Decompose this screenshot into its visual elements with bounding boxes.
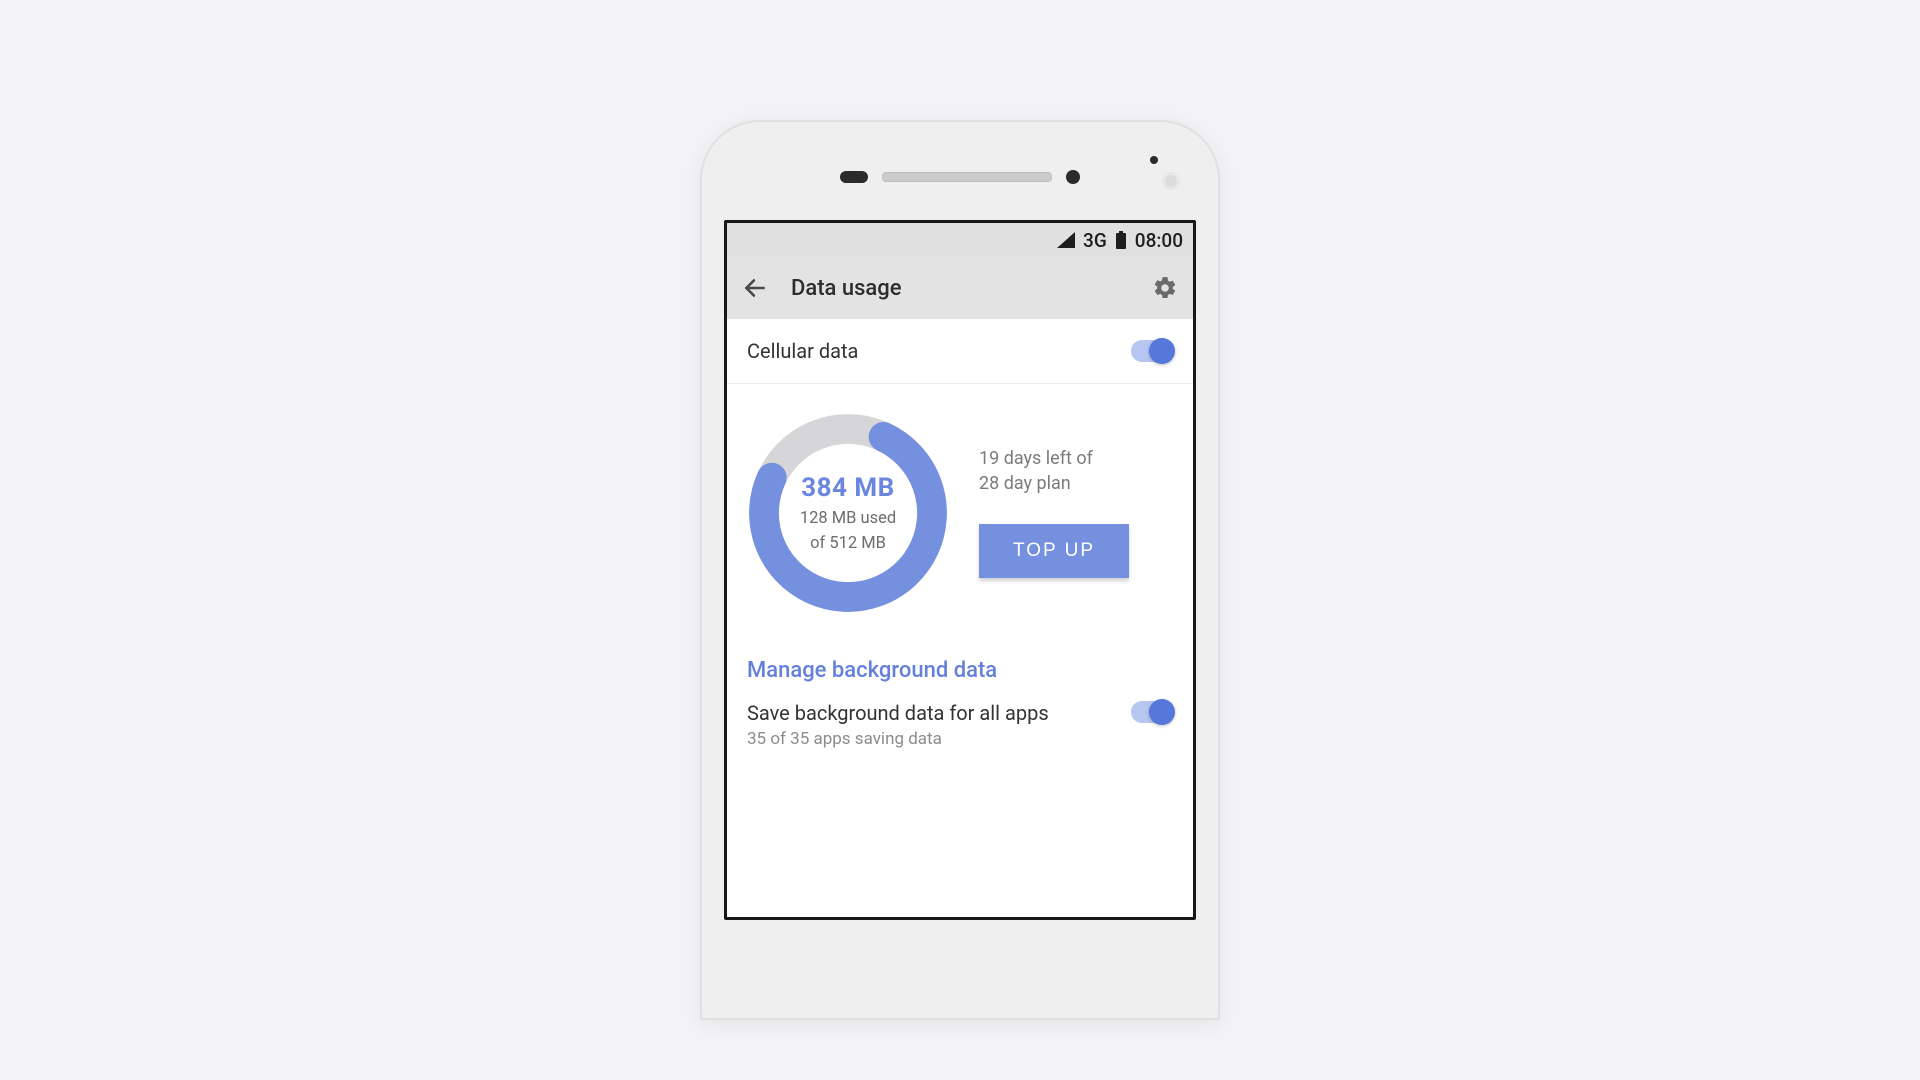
phone-hardware-top xyxy=(700,170,1220,184)
earpiece-speaker xyxy=(882,172,1052,182)
plan-days-left-line2: 28 day plan xyxy=(979,473,1177,494)
save-background-label: Save background data for all apps xyxy=(747,701,1049,725)
plan-info: 19 days left of 28 day plan TOP UP xyxy=(979,448,1177,578)
front-camera-icon xyxy=(1066,170,1080,184)
usage-panel: 384 MB 128 MB used of 512 MB 19 days lef… xyxy=(727,384,1193,648)
data-remaining-value: 384 MB xyxy=(801,473,895,503)
cellular-data-row: Cellular data xyxy=(727,319,1193,384)
data-used-line: 128 MB used xyxy=(800,509,896,528)
ambient-sensor xyxy=(1150,156,1158,164)
plan-days-left-line1: 19 days left of xyxy=(979,448,1177,469)
save-background-row: Save background data for all apps 35 of … xyxy=(727,687,1193,767)
screen: 3G 08:00 Data usage Cellular data xyxy=(724,220,1196,920)
gear-icon[interactable] xyxy=(1151,274,1179,302)
top-up-button[interactable]: TOP UP xyxy=(979,524,1129,578)
cellular-data-toggle[interactable] xyxy=(1131,340,1173,362)
status-bar: 3G 08:00 xyxy=(727,223,1193,257)
app-bar: Data usage xyxy=(727,257,1193,319)
clock: 08:00 xyxy=(1135,229,1183,252)
proximity-sensor xyxy=(840,171,868,183)
page-title: Data usage xyxy=(791,276,1129,301)
data-total-line: of 512 MB xyxy=(810,534,886,553)
toggle-knob xyxy=(1149,699,1175,725)
cellular-signal-icon xyxy=(1057,232,1075,248)
save-background-sub: 35 of 35 apps saving data xyxy=(747,729,1049,749)
secondary-sensor xyxy=(1162,172,1180,190)
save-background-toggle[interactable] xyxy=(1131,701,1173,723)
network-type: 3G xyxy=(1083,229,1107,252)
data-usage-donut-chart: 384 MB 128 MB used of 512 MB xyxy=(743,408,953,618)
phone-frame: 3G 08:00 Data usage Cellular data xyxy=(700,120,1220,1020)
cellular-data-label: Cellular data xyxy=(747,339,858,363)
battery-icon xyxy=(1115,231,1127,249)
content: Cellular data 384 MB 128 MB used of 512 … xyxy=(727,319,1193,917)
toggle-knob xyxy=(1149,338,1175,364)
back-arrow-icon[interactable] xyxy=(741,274,769,302)
manage-background-header: Manage background data xyxy=(727,648,1193,687)
donut-center-text: 384 MB 128 MB used of 512 MB xyxy=(743,408,953,618)
